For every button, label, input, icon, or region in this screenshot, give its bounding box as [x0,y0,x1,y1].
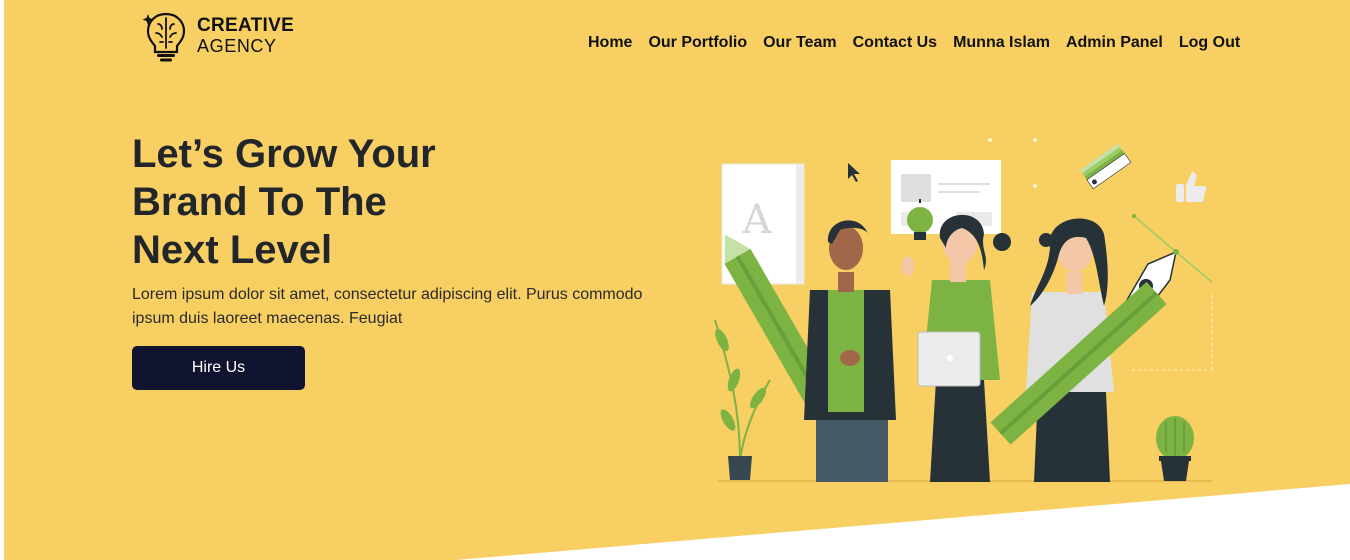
brand-logo[interactable]: CREATIVE AGENCY [142,10,294,62]
headline-line-2: Brand To The [132,180,387,224]
hire-us-button[interactable]: Hire Us [132,346,305,390]
man-figure [804,220,896,482]
thumbs-up-icon [1176,172,1207,202]
plant-icon [714,319,771,480]
hero-description: Lorem ipsum dolor sit amet, consectetur … [132,286,643,327]
hero-headline: Let’s Grow Your Brand To The Next Level [132,130,462,274]
nav-user-profile[interactable]: Munna Islam [953,34,1050,52]
headline-line-3: Next Level [132,228,333,272]
brand-name-line2: AGENCY [197,36,277,56]
nav-log-out[interactable]: Log Out [1179,34,1240,52]
pen-tool-icon [1118,214,1213,371]
color-palette-icon [1080,143,1132,190]
brand-name: CREATIVE AGENCY [197,15,294,57]
woman-with-laptop-figure [902,214,1011,482]
nav-contact-us[interactable]: Contact Us [853,34,937,52]
nav-our-team[interactable]: Our Team [763,34,837,52]
main-nav: Home Our Portfolio Our Team Contact Us M… [588,34,1240,52]
brain-lightbulb-icon [142,12,186,62]
brand-name-line1: CREATIVE [197,15,295,36]
nav-admin-panel[interactable]: Admin Panel [1066,34,1163,52]
cursor-icon [848,163,860,182]
headline-line-1: Let’s Grow Your [132,132,436,176]
svg-text:A: A [742,197,773,243]
cactus-icon [1156,416,1194,481]
nav-our-portfolio[interactable]: Our Portfolio [648,34,747,52]
nav-home[interactable]: Home [588,34,632,52]
creative-team-illustration: A [714,138,1213,482]
